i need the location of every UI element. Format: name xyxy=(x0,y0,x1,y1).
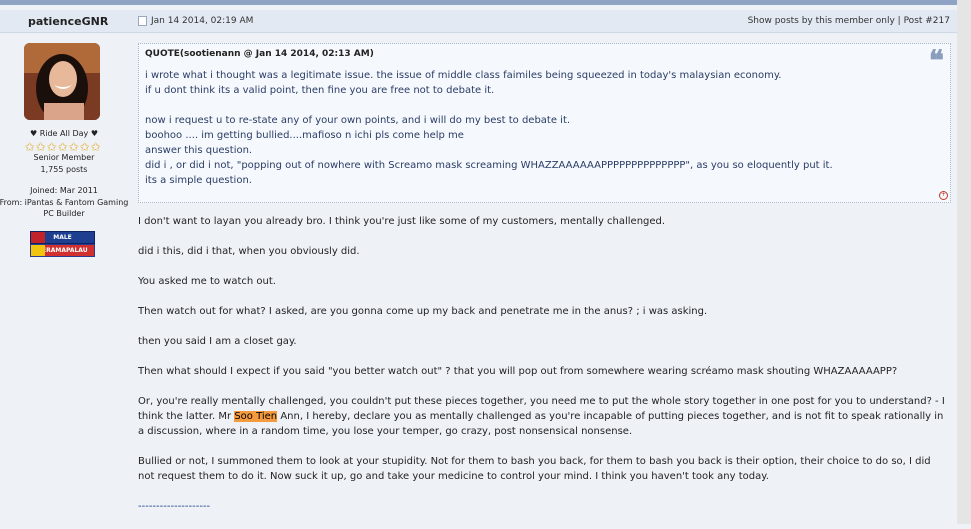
quote-line: did i , or did i not, "popping out of no… xyxy=(145,160,833,171)
post-date-text: Jan 14 2014, 02:19 AM xyxy=(151,16,254,26)
quote-line: answer this question. xyxy=(145,145,253,156)
show-posts-link[interactable]: Show posts by this member only xyxy=(748,16,895,26)
post-date: Jan 14 2014, 02:19 AM xyxy=(138,16,253,26)
quote-body: i wrote what i thought was a legitimate … xyxy=(145,68,833,188)
meta-separator: | xyxy=(894,16,904,26)
quote-line xyxy=(145,98,833,113)
user-from: From: iPantas & Fantom Gaming PC Builder xyxy=(0,198,129,218)
quote-line: its a simple question. xyxy=(145,175,252,186)
quote-line: boohoo .... im getting bullied....mafios… xyxy=(145,130,464,141)
post-body: I don't want to layan you already bro. I… xyxy=(138,214,950,529)
star-icon: ✩ xyxy=(79,140,90,154)
gender-badge: MALE xyxy=(30,231,95,244)
post-paragraph: did i this, did i that, when you obvious… xyxy=(138,246,360,257)
signature-divider: -------------------- xyxy=(138,501,211,512)
post-paragraph: Then what should I expect if you said "y… xyxy=(138,366,898,377)
gender-badge-label: MALE xyxy=(53,234,72,241)
user-joined: Joined: Mar 2011 xyxy=(30,186,98,195)
post-icon xyxy=(138,16,147,26)
star-icon: ✩ xyxy=(46,140,57,154)
post-paragraph: Then watch out for what? I asked, are yo… xyxy=(138,306,708,317)
post-meta: Show posts by this member only | Post #2… xyxy=(748,16,950,26)
quote-line: if u dont think its a valid point, then … xyxy=(145,85,495,96)
star-icon: ✩ xyxy=(68,140,79,154)
star-icon: ✩ xyxy=(35,140,46,154)
top-bar xyxy=(0,0,971,5)
post-username[interactable]: patienceGNR xyxy=(28,15,108,28)
post-paragraph: Bullied or not, I summoned them to look … xyxy=(138,456,931,482)
quote-line: i wrote what i thought was a legitimate … xyxy=(145,70,782,81)
highlighted-name: Soo Tien xyxy=(234,411,278,422)
quote-line: now i request u to re-state any of your … xyxy=(145,115,571,126)
avatar-image xyxy=(24,43,100,120)
post-paragraph: Or, you're really mentally challenged, y… xyxy=(138,394,950,439)
star-icon: ✩ xyxy=(57,140,68,154)
star-icon: ✩ xyxy=(90,140,101,154)
rating-stars: ✩ ✩ ✩ ✩ ✩ ✩ ✩ xyxy=(24,140,101,154)
expand-icon[interactable]: + xyxy=(939,191,948,200)
user-title: ♥ Ride All Day ♥ xyxy=(29,129,98,138)
user-rank: Senior Member xyxy=(33,153,95,162)
quote-box: QUOTE(sootienann @ Jan 14 2014, 02:13 AM… xyxy=(138,43,951,203)
avatar[interactable] xyxy=(24,43,100,120)
post-number-link[interactable]: Post #217 xyxy=(904,16,950,26)
quote-header: QUOTE(sootienann @ Jan 14 2014, 02:13 AM… xyxy=(145,49,374,59)
star-icon: ✩ xyxy=(24,140,35,154)
right-edge-panel xyxy=(957,0,971,524)
post-paragraph: then you said I am a closet gay. xyxy=(138,336,297,347)
location-badge: KERAMAPALAU xyxy=(30,244,95,257)
flag-icon xyxy=(31,232,45,243)
post-paragraph: You asked me to watch out. xyxy=(138,276,276,287)
user-post-count: 1,755 posts xyxy=(40,165,88,174)
flag-icon xyxy=(31,245,45,256)
post-paragraph: I don't want to layan you already bro. I… xyxy=(138,216,666,227)
quote-mark-icon: ❝ xyxy=(928,44,944,77)
